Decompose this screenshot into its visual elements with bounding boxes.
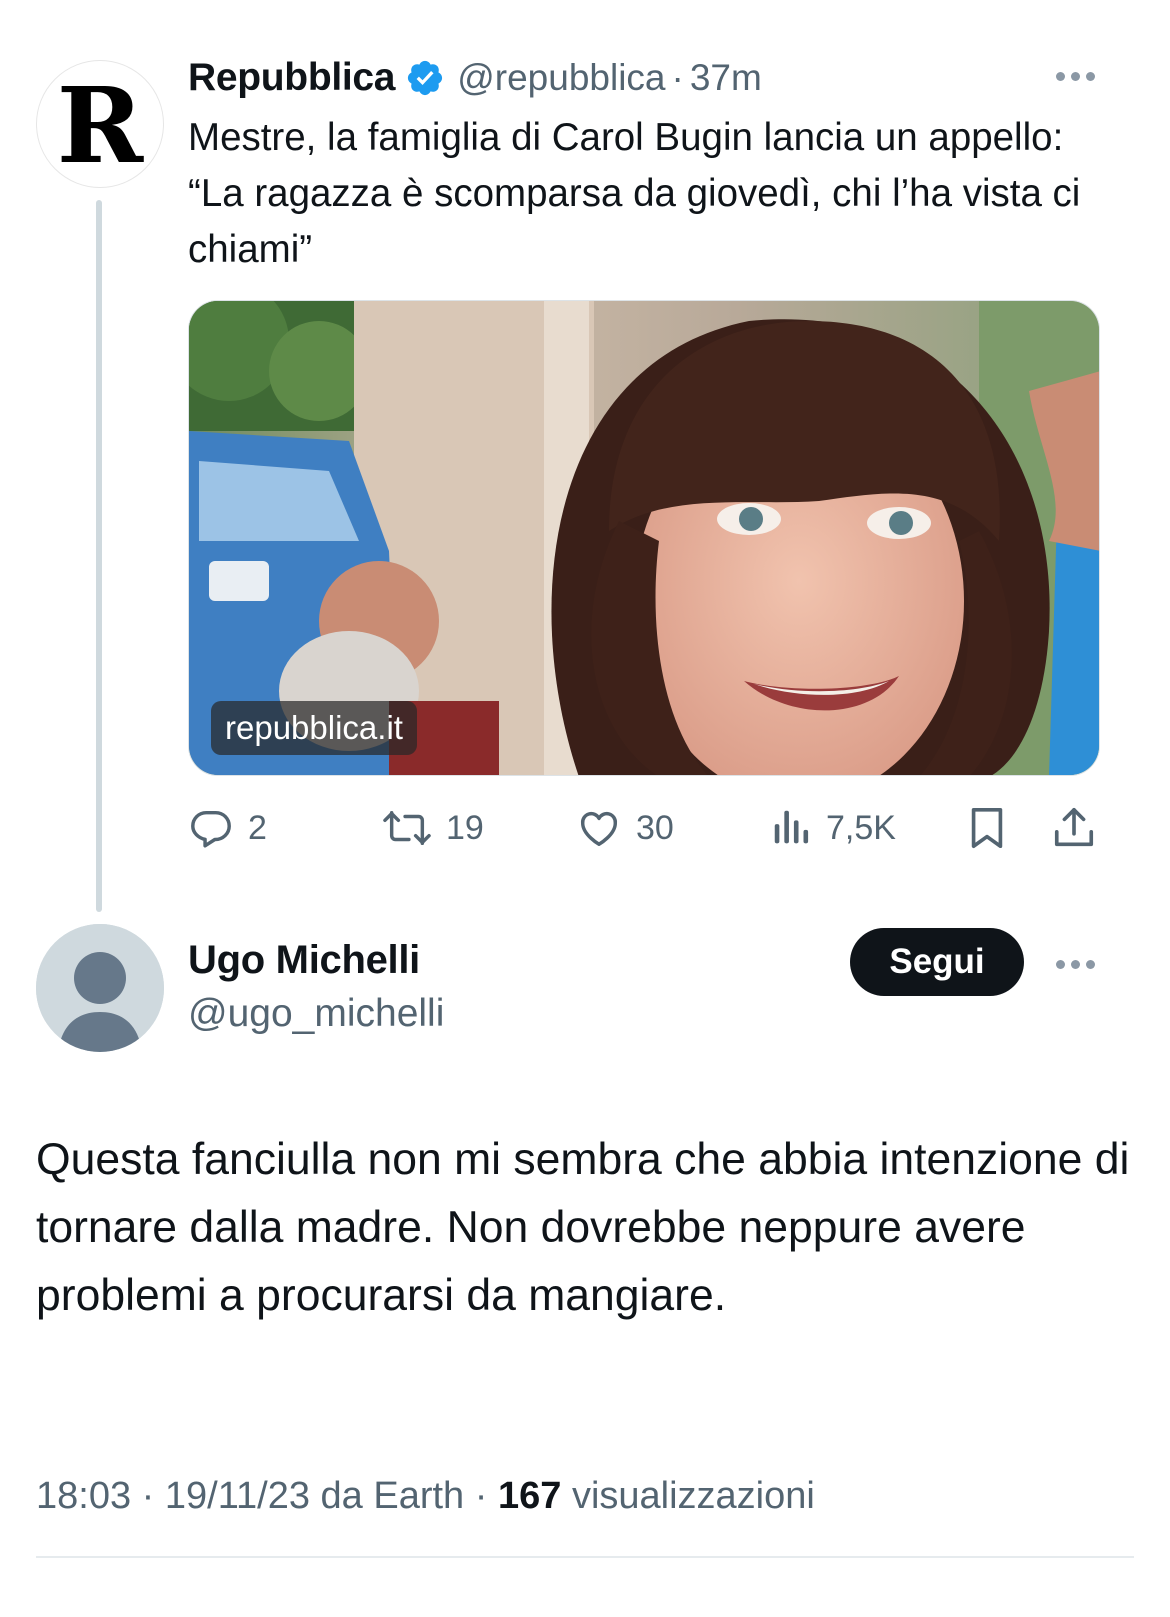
ugo-michelli-avatar[interactable] xyxy=(36,924,164,1052)
default-avatar-icon xyxy=(36,924,164,1052)
parent-more-button[interactable] xyxy=(1052,62,1099,91)
views-count: 7,5K xyxy=(826,808,896,847)
reply-icon xyxy=(191,810,231,848)
meta-separator: · xyxy=(141,1475,155,1517)
reply-views-count: 167 xyxy=(497,1475,562,1517)
avatar-letter: R xyxy=(56,64,144,187)
reply-date-source[interactable]: 19/11/23 da Earth xyxy=(165,1475,464,1517)
repubblica-avatar[interactable]: R xyxy=(36,60,164,188)
more-icon xyxy=(1052,62,1099,91)
views-button[interactable]: 7,5K xyxy=(772,800,896,856)
reply-handle[interactable]: @ugo_michelli xyxy=(188,992,444,1036)
retweet-count: 19 xyxy=(446,808,484,847)
bookmark-button[interactable] xyxy=(966,800,1008,856)
parent-tweet-text: Mestre, la famiglia di Carol Bugin lanci… xyxy=(188,116,1081,271)
link-card-image[interactable]: repubblica.it xyxy=(188,300,1100,776)
parent-time[interactable]: 37m xyxy=(690,57,762,99)
reply-views-label: visualizzazioni xyxy=(571,1475,815,1517)
reply-button[interactable]: 2 xyxy=(188,800,267,856)
reply-time[interactable]: 18:03 xyxy=(36,1475,131,1517)
reply-more-button[interactable] xyxy=(1052,950,1099,979)
thread-connector-line xyxy=(96,200,102,912)
more-icon xyxy=(1052,950,1099,979)
reply-tweet-text: Questa fanciulla non mi sembra che abbia… xyxy=(36,1135,1130,1320)
like-button[interactable]: 30 xyxy=(576,800,674,856)
views-icon xyxy=(774,810,809,844)
meta-separator: · xyxy=(474,1475,488,1517)
bottom-divider xyxy=(36,1556,1134,1558)
share-icon xyxy=(1054,807,1094,847)
header-separator: · xyxy=(671,57,684,98)
share-button[interactable] xyxy=(1052,800,1096,856)
follow-button[interactable]: Segui xyxy=(850,928,1024,996)
parent-tweet-header: Repubblica @repubblica · 37m xyxy=(188,50,762,106)
bookmark-icon xyxy=(971,807,1003,849)
parent-handle[interactable]: @repubblica xyxy=(457,57,665,99)
parent-author-name[interactable]: Repubblica xyxy=(188,56,396,100)
retweet-icon xyxy=(383,810,431,846)
media-source-label: repubblica.it xyxy=(211,701,417,755)
parent-action-bar: 2 19 30 7,5K xyxy=(188,800,1100,856)
reply-author-name[interactable]: Ugo Michelli xyxy=(188,938,420,983)
reply-meta: 18:03 · 19/11/23 da Earth · 167 visualiz… xyxy=(36,1468,815,1524)
reply-count: 2 xyxy=(248,808,267,847)
verified-badge-icon xyxy=(408,60,443,96)
retweet-button[interactable]: 19 xyxy=(382,800,484,856)
like-icon xyxy=(580,811,618,847)
like-count: 30 xyxy=(636,808,674,847)
